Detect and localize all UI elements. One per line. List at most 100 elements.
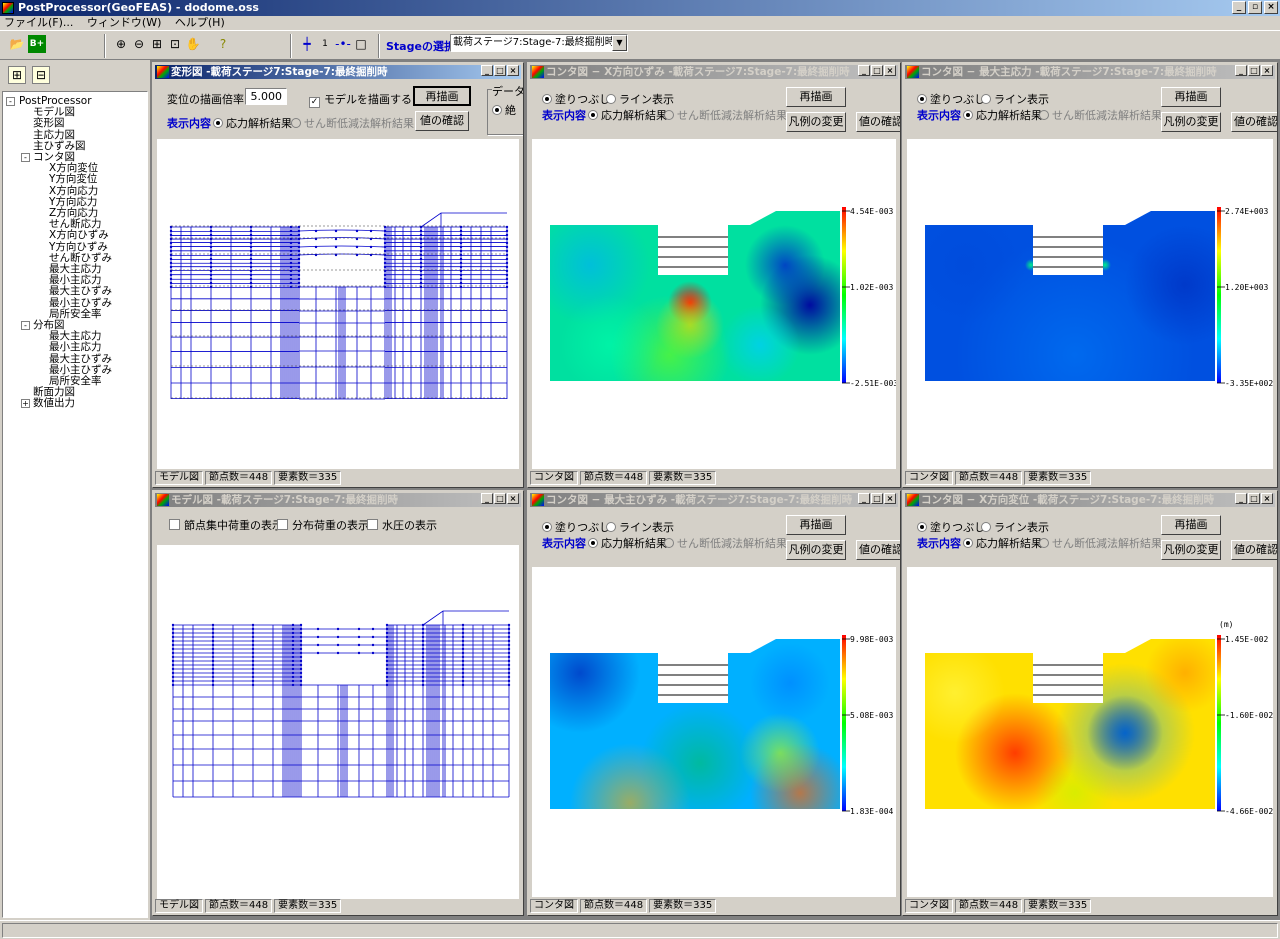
redraw-button[interactable]: 再描画 bbox=[786, 87, 846, 107]
xdisp-window[interactable]: コンタ図 − X方向変位 -載荷ステージ7:Stage-7:最終掘削時 _ □ × … bbox=[902, 490, 1278, 916]
chevron-down-icon[interactable]: ▼ bbox=[612, 35, 627, 51]
shear-reduction-radio[interactable]: せん断低減法解析結果 bbox=[291, 115, 414, 131]
deform-canvas[interactable] bbox=[157, 139, 519, 469]
export-icon[interactable]: B+ bbox=[28, 35, 46, 53]
minimize-button[interactable]: _ bbox=[1235, 65, 1247, 76]
check-icon[interactable]: ✓ bbox=[309, 97, 320, 108]
xdisp-canvas[interactable]: 1.45E-002 -1.60E-002 -4.66E-002 (m) bbox=[907, 567, 1273, 897]
stage-select[interactable]: 載荷ステージ7:Stage-7:最終掘削時 ▼ bbox=[450, 34, 628, 52]
maximize-button[interactable]: □ bbox=[1248, 65, 1260, 76]
line-radio[interactable]: ライン表示 bbox=[606, 91, 674, 107]
tree-expand-icon[interactable]: ⊞ bbox=[8, 66, 26, 84]
redraw-button[interactable]: 再描画 bbox=[1161, 87, 1221, 107]
draw-model-checkbox[interactable]: ✓ モデルを描画する bbox=[309, 91, 412, 108]
tree-item[interactable]: X方向応力 bbox=[49, 185, 98, 197]
close-button[interactable]: × bbox=[1261, 493, 1273, 504]
shear-reduction-radio[interactable]: せん断低減法解析結果 bbox=[664, 107, 787, 123]
xstrain-window-titlebar[interactable]: コンタ図 − X方向ひずみ -載荷ステージ7:Stage-7:最終掘削時 _ □ × bbox=[530, 65, 898, 79]
menu-file[interactable]: ファイル(F)... bbox=[4, 16, 73, 29]
redraw-button[interactable]: 再描画 bbox=[413, 86, 471, 106]
shear-reduction-radio[interactable]: せん断低減法解析結果 bbox=[1039, 535, 1162, 551]
maximize-button[interactable]: □ bbox=[871, 65, 883, 76]
xstrain-window[interactable]: コンタ図 − X方向ひずみ -載荷ステージ7:Stage-7:最終掘削時 _ □ ×… bbox=[527, 62, 901, 488]
model-window[interactable]: モデル図 -載荷ステージ7:Stage-7:最終掘削時 _ □ × 節点集中荷重の表… bbox=[152, 490, 524, 916]
maximize-button[interactable]: □ bbox=[494, 493, 506, 504]
fill-radio[interactable]: 塗りつぶし bbox=[917, 519, 985, 535]
stress-result-radio[interactable]: 応力解析結果 bbox=[588, 535, 667, 551]
maxstress-window-titlebar[interactable]: コンタ図 − 最大主応力 -載荷ステージ7:Stage-7:最終掘削時 _ □ × bbox=[905, 65, 1275, 79]
value-check-button[interactable]: 値の確認 bbox=[856, 112, 900, 132]
dist-load-checkbox[interactable]: 分布荷重の表示 bbox=[277, 517, 369, 533]
model-window-titlebar[interactable]: モデル図 -載荷ステージ7:Stage-7:最終掘削時 _ □ × bbox=[155, 493, 521, 507]
collapse-icon[interactable]: - bbox=[6, 97, 15, 106]
line-display-icon[interactable]: -•- bbox=[334, 35, 352, 53]
maximize-button[interactable]: □ bbox=[1248, 493, 1260, 504]
stress-result-radio[interactable]: 応力解析結果 bbox=[963, 535, 1042, 551]
maxstrain-window-titlebar[interactable]: コンタ図 − 最大主ひずみ -載荷ステージ7:Stage-7:最終掘削時 _ □ × bbox=[530, 493, 898, 507]
value-check-button[interactable]: 値の確認 bbox=[415, 111, 469, 131]
pan-hand-icon[interactable]: ✋ bbox=[184, 35, 202, 53]
minimize-button[interactable]: _ bbox=[858, 65, 870, 76]
water-pressure-checkbox[interactable]: 水圧の表示 bbox=[367, 517, 437, 533]
number-display-icon[interactable]: 1 bbox=[316, 35, 334, 53]
value-check-button[interactable]: 値の確認 bbox=[856, 540, 900, 560]
deform-window-titlebar[interactable]: 変形図 -載荷ステージ7:Stage-7:最終掘削時 _ □ × bbox=[155, 65, 521, 79]
redraw-button[interactable]: 再描画 bbox=[786, 515, 846, 535]
abs-radio[interactable]: 絶 bbox=[492, 102, 516, 118]
close-button[interactable]: × bbox=[507, 493, 519, 504]
value-check-button[interactable]: 値の確認 bbox=[1231, 540, 1277, 560]
redraw-button[interactable]: 再描画 bbox=[1161, 515, 1221, 535]
maximize-button[interactable]: □ bbox=[494, 65, 506, 76]
menu-window[interactable]: ウィンドウ(W) bbox=[87, 16, 161, 29]
help-icon[interactable]: ? bbox=[214, 35, 232, 53]
fill-radio[interactable]: 塗りつぶし bbox=[917, 91, 985, 107]
menu-help[interactable]: ヘルプ(H) bbox=[175, 16, 225, 29]
minimize-button[interactable]: _ bbox=[1235, 493, 1247, 504]
zoom-window-icon[interactable]: ⊡ bbox=[166, 35, 184, 53]
stress-result-radio[interactable]: 応力解析結果 bbox=[963, 107, 1042, 123]
minimize-button[interactable]: _ bbox=[481, 493, 493, 504]
expand-icon[interactable]: + bbox=[21, 399, 30, 409]
xstrain-canvas[interactable]: 4.54E-003 1.02E-003 -2.51E-003 bbox=[532, 139, 896, 469]
maxstrain-window[interactable]: コンタ図 − 最大主ひずみ -載荷ステージ7:Stage-7:最終掘削時 _ □ ×… bbox=[527, 490, 901, 916]
open-folder-icon[interactable]: 📂 bbox=[8, 35, 26, 53]
legend-change-button[interactable]: 凡例の変更 bbox=[786, 540, 846, 560]
fill-radio[interactable]: 塗りつぶし bbox=[542, 519, 610, 535]
minimize-button[interactable]: _ bbox=[1232, 1, 1246, 14]
model-canvas[interactable] bbox=[157, 545, 519, 899]
close-button[interactable]: × bbox=[1261, 65, 1273, 76]
line-radio[interactable]: ライン表示 bbox=[606, 519, 674, 535]
collapse-icon[interactable]: - bbox=[21, 153, 30, 162]
fit-all-icon[interactable]: ⊞ bbox=[148, 35, 166, 53]
maximize-button[interactable]: □ bbox=[871, 493, 883, 504]
collapse-icon[interactable]: - bbox=[21, 321, 30, 330]
tree-item[interactable]: Y方向ひずみ bbox=[49, 241, 108, 253]
tree-view[interactable]: - PostProcessor モデル図 変形図 主応力図 主ひずみ図 - コンタ図 X方向変位… bbox=[2, 91, 148, 918]
restore-button[interactable]: ▫ bbox=[1248, 1, 1262, 14]
tree-item[interactable]: 最大主ひずみ bbox=[49, 353, 112, 365]
close-button[interactable]: × bbox=[884, 493, 896, 504]
shear-reduction-radio[interactable]: せん断低減法解析結果 bbox=[1039, 107, 1162, 123]
line-radio[interactable]: ライン表示 bbox=[981, 91, 1049, 107]
nodal-load-checkbox[interactable]: 節点集中荷重の表示 bbox=[169, 517, 283, 533]
close-button[interactable]: × bbox=[884, 65, 896, 76]
deform-window[interactable]: 変形図 -載荷ステージ7:Stage-7:最終掘削時 _ □ × 変位の描画倍率 5… bbox=[152, 62, 524, 488]
close-button[interactable]: × bbox=[1264, 1, 1278, 14]
tree-group-output[interactable]: 数値出力 bbox=[33, 398, 75, 409]
zoom-in-icon[interactable]: ⊕ bbox=[112, 35, 130, 53]
tree-item[interactable]: Y方向変位 bbox=[49, 174, 97, 185]
stress-result-radio[interactable]: 応力解析結果 bbox=[213, 115, 292, 131]
stress-result-radio[interactable]: 応力解析結果 bbox=[588, 107, 667, 123]
legend-change-button[interactable]: 凡例の変更 bbox=[1161, 112, 1221, 132]
tree-collapse-icon[interactable]: ⊟ bbox=[32, 66, 50, 84]
tree-item[interactable]: 最小主応力 bbox=[49, 342, 102, 353]
legend-change-button[interactable]: 凡例の変更 bbox=[1161, 540, 1221, 560]
tree-item[interactable]: 最大主ひずみ bbox=[49, 286, 112, 297]
node-display-icon[interactable]: ┿ bbox=[298, 35, 316, 53]
tree-item[interactable]: 最小主ひずみ bbox=[49, 297, 112, 309]
zoom-out-icon[interactable]: ⊖ bbox=[130, 35, 148, 53]
maxstress-canvas[interactable]: 2.74E+003 1.20E+003 -3.35E+002 bbox=[907, 139, 1273, 469]
tree-item[interactable]: 主応力図 bbox=[33, 129, 75, 141]
maxstress-window[interactable]: コンタ図 − 最大主応力 -載荷ステージ7:Stage-7:最終掘削時 _ □ × … bbox=[902, 62, 1278, 488]
legend-change-button[interactable]: 凡例の変更 bbox=[786, 112, 846, 132]
